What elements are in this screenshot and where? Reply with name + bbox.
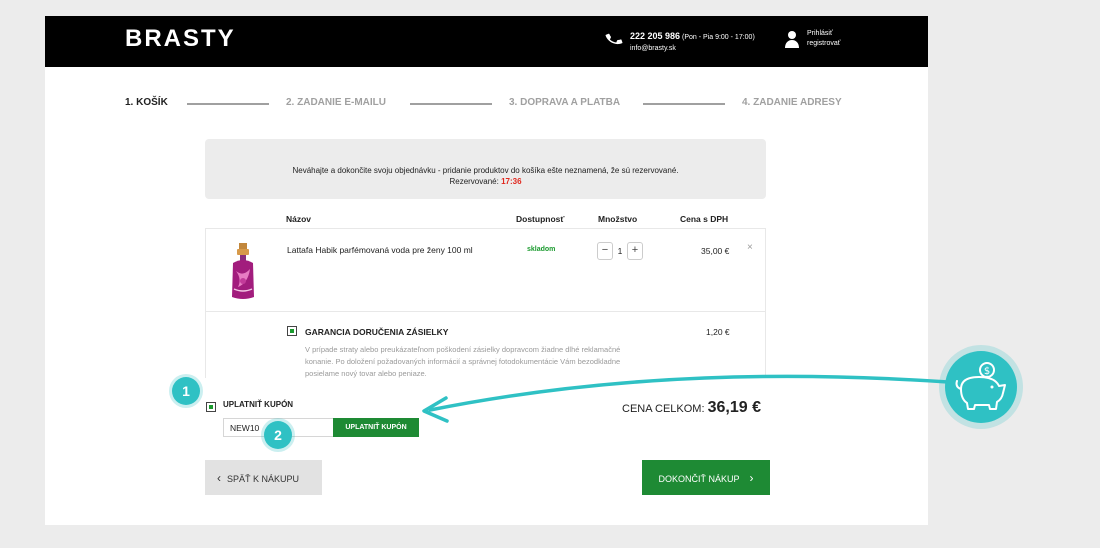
annotation-badge-1: 1 xyxy=(172,377,200,405)
svg-text:$: $ xyxy=(984,366,990,377)
annotation-arrow xyxy=(422,374,950,423)
piggy-bank-badge: $ xyxy=(945,351,1017,423)
annotation-badge-2: 2 xyxy=(264,421,292,449)
page: BRASTY 222 205 986 (Pon - Pia 9:00 - 17:… xyxy=(0,0,1100,548)
piggy-bank-icon: $ xyxy=(955,362,1006,410)
